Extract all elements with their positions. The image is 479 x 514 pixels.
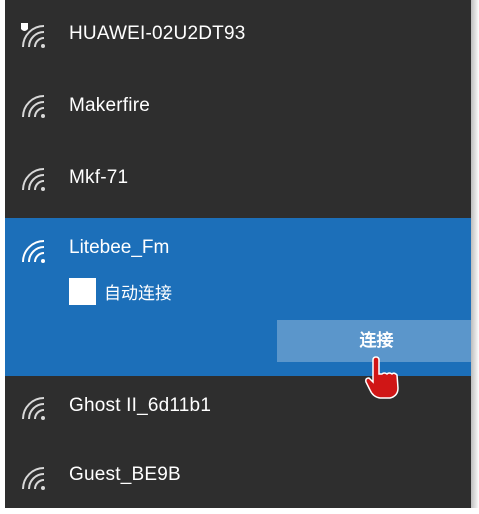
network-name: HUAWEI-02U2DT93 (69, 23, 246, 44)
network-item-litebee-fm-selected[interactable]: Litebee_Fm 自动连接 连接 (5, 218, 479, 376)
wifi-icon (22, 168, 45, 191)
network-item-makerfire[interactable]: Makerfire (5, 70, 479, 140)
network-name: Ghost II_6d11b1 (69, 395, 212, 416)
network-item-ghost[interactable]: Ghost II_6d11b1 (5, 372, 479, 442)
auto-connect-checkbox[interactable] (69, 277, 96, 305)
window-bottom-edge (0, 508, 479, 514)
wifi-icon (22, 95, 45, 118)
wifi-icon (22, 240, 45, 263)
network-name: Guest_BE9B (69, 464, 181, 485)
auto-connect-label[interactable]: 自动连接 (104, 279, 172, 304)
wifi-icon (22, 467, 45, 490)
wifi-secured-icon (21, 23, 45, 48)
network-name: Litebee_Fm (69, 237, 170, 258)
wifi-network-list: HUAWEI-02U2DT93 Makerfire Mkf-71 Litebee… (5, 0, 479, 508)
network-item-mkf-71[interactable]: Mkf-71 (5, 143, 479, 213)
window-edge (471, 0, 479, 514)
auto-connect-row[interactable]: 自动连接 (69, 277, 172, 305)
hand-pointer-cursor-icon (365, 356, 399, 399)
network-name: Mkf-71 (69, 167, 129, 188)
wifi-icon (22, 397, 45, 420)
network-item-huawei[interactable]: HUAWEI-02U2DT93 (5, 0, 479, 70)
network-item-guest[interactable]: Guest_BE9B (5, 442, 479, 508)
network-name: Makerfire (69, 95, 150, 116)
